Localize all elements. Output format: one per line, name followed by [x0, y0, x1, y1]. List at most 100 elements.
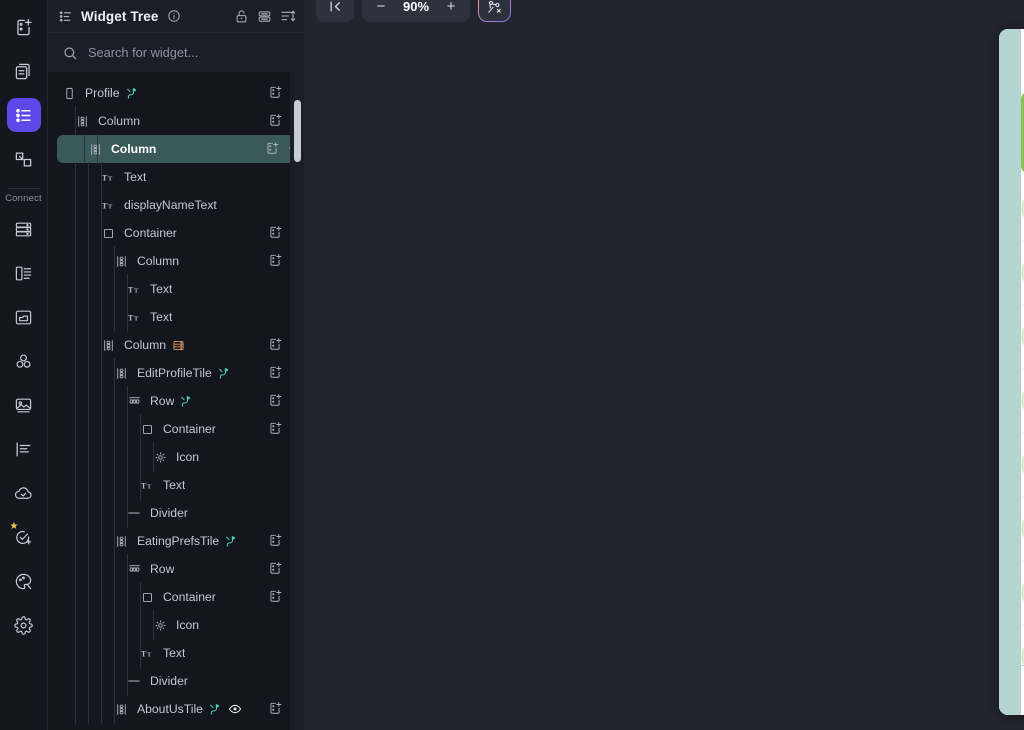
tree-row-label: Container [163, 590, 216, 604]
info-icon[interactable] [167, 9, 181, 23]
tree-row[interactable]: T T Text [48, 470, 304, 500]
add-child-widget-button[interactable] [268, 365, 282, 382]
tree-row-label: Column [98, 114, 140, 128]
layers-icon[interactable] [257, 9, 272, 24]
widget-search-bar[interactable]: Search for widget... [48, 32, 304, 72]
phone-preview[interactable]: [Display Name] Thank you for supporting … [999, 29, 1024, 715]
tree-row-label: Column [111, 142, 157, 156]
tree-row[interactable]: Profile▼ [48, 79, 304, 107]
tree-scrollbar-track[interactable] [290, 72, 304, 730]
add-child-widget-button[interactable] [268, 421, 282, 438]
tree-row-label: Column [124, 338, 166, 352]
tree-row[interactable]: Row▼ [48, 386, 304, 416]
tree-row-label: Text [163, 478, 186, 492]
tree-row[interactable]: Column▼ [57, 134, 301, 164]
theme-palette-icon[interactable] [7, 564, 41, 598]
list-badge-icon [172, 339, 185, 352]
database-icon[interactable] [7, 212, 41, 246]
media-assets-icon[interactable] [7, 388, 41, 422]
rail-divider [7, 188, 40, 189]
tree-row[interactable]: T T Text [48, 638, 304, 668]
storage-folder-icon[interactable] [7, 300, 41, 334]
flutterflow-editor: Connect ★ Widget Tree Search for widget.… [0, 0, 1024, 730]
zoom-level-label[interactable]: 90% [398, 0, 434, 14]
tree-row[interactable]: EditProfileTile▼ [48, 358, 304, 388]
svg-text:T: T [141, 649, 147, 659]
zoom-in-button[interactable]: + [438, 0, 464, 19]
tree-row-label: displayNameText [124, 198, 217, 212]
add-child-widget-button[interactable] [268, 561, 282, 578]
sort-icon[interactable] [280, 8, 296, 24]
tree-row-label: EatingPrefsTile [137, 534, 220, 548]
tree-row[interactable]: Column▼ [48, 106, 304, 136]
tree-row[interactable]: Divider [48, 666, 304, 696]
visibility-eye-icon[interactable] [228, 702, 242, 716]
svg-text:T: T [147, 484, 152, 491]
route-badge-icon [218, 367, 231, 380]
widget-tree-header: Widget Tree [48, 0, 304, 32]
add-child-widget-button[interactable] [268, 337, 282, 354]
tree-row-label: Container [124, 226, 177, 240]
pages-icon[interactable] [7, 54, 41, 88]
column-icon [86, 143, 104, 156]
tree-row[interactable]: EatingPrefsTile▼ [48, 526, 304, 556]
add-child-widget-button[interactable] [268, 701, 282, 718]
deploy-cloud-icon[interactable] [7, 476, 41, 510]
localization-icon[interactable] [7, 432, 41, 466]
test-mode-icon[interactable]: ★ [7, 520, 41, 554]
tree-row[interactable]: Column▼ [48, 330, 304, 360]
tree-row[interactable]: Container▼ [48, 414, 304, 444]
svg-text:T: T [134, 316, 139, 323]
tree-row-label: Text [163, 646, 186, 660]
tree-row-label: Container [163, 422, 216, 436]
search-input[interactable]: Search for widget... [88, 45, 198, 60]
tree-row-label: Divider [150, 506, 188, 520]
phone-frame-left [999, 29, 1021, 715]
tree-row[interactable]: T TdisplayNameText [48, 190, 304, 220]
tree-row[interactable]: Container▼ [48, 218, 304, 248]
collapse-panel-button[interactable] [322, 0, 348, 19]
add-child-widget-button[interactable] [268, 113, 282, 130]
tree-row[interactable]: Divider [48, 498, 304, 528]
tree-row[interactable]: Row▼ [48, 554, 304, 584]
widget-tree-panel: Widget Tree Search for widget... Profile… [48, 0, 305, 730]
star-badge-icon: ★ [9, 521, 19, 532]
collections-icon[interactable] [7, 256, 41, 290]
tree-row[interactable]: Container▼ [48, 582, 304, 612]
tree-row[interactable]: T T Text [48, 274, 304, 304]
tree-row-label: Text [150, 282, 173, 296]
tree-row[interactable]: Column▼ [48, 246, 304, 276]
svg-text:T: T [128, 313, 134, 323]
widget-tree-icon[interactable] [6, 98, 41, 132]
add-child-widget-button[interactable] [268, 225, 282, 242]
widget-tree-list[interactable]: Profile▼Column▼Column▼TTTextTTdisplayNam… [48, 72, 304, 730]
zoom-group: − 90% + [362, 0, 471, 22]
settings-gear-icon[interactable] [7, 608, 41, 642]
add-widget-icon[interactable] [7, 10, 41, 44]
tree-row[interactable]: T T Text [48, 302, 304, 332]
tree-row[interactable]: Icon [48, 442, 304, 472]
svg-text:T: T [108, 176, 113, 183]
add-child-widget-button[interactable] [268, 393, 282, 410]
tree-row-label: Column [137, 254, 179, 268]
route-badge-icon [126, 87, 139, 100]
add-child-widget-button[interactable] [268, 589, 282, 606]
tree-row-label: Row [150, 562, 175, 576]
add-child-widget-button[interactable] [268, 533, 282, 550]
tree-row[interactable]: T T Text [48, 162, 304, 192]
tree-row-label: Profile [85, 86, 120, 100]
unlock-icon[interactable] [234, 9, 249, 24]
add-child-widget-button[interactable] [268, 85, 282, 102]
design-canvas[interactable]: − 90% + [Display Name] Thank you for sup… [305, 0, 1024, 730]
tree-row-label: Icon [176, 450, 200, 464]
svg-text:T: T [108, 204, 113, 211]
add-child-widget-button[interactable] [268, 253, 282, 270]
add-child-widget-button[interactable] [265, 141, 279, 158]
tree-row[interactable]: Icon [48, 610, 304, 640]
api-calls-icon[interactable] [7, 344, 41, 378]
tree-row[interactable]: AboutUsTile▼ [48, 694, 304, 724]
zoom-out-button[interactable]: − [368, 0, 394, 19]
ai-tool-button[interactable] [478, 0, 511, 22]
components-icon[interactable] [7, 142, 41, 176]
tree-scrollbar-thumb[interactable] [294, 100, 301, 162]
